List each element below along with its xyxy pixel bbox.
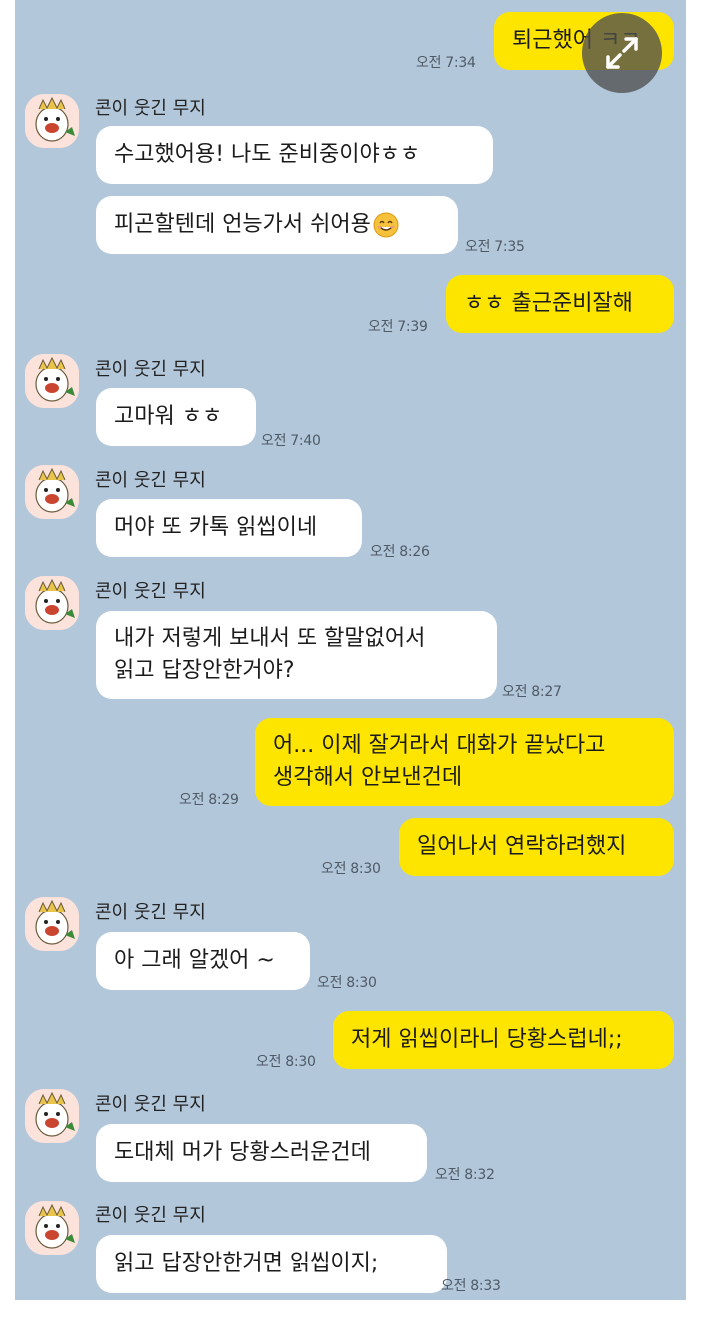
message-bubble-outgoing[interactable]: ㅎㅎ 출근준비잘해 — [446, 275, 674, 333]
message-bubble-incoming[interactable]: 머야 또 카톡 읽씹이네 — [96, 499, 362, 557]
message-text: 저게 읽씹이라니 당황스럽네;; — [351, 1027, 623, 1052]
muzi-avatar-icon — [25, 897, 79, 951]
avatar[interactable] — [25, 1089, 79, 1143]
muzi-avatar-icon — [25, 94, 79, 148]
message-bubble-incoming[interactable]: 읽고 답장안한거면 읽씹이지; — [96, 1235, 447, 1293]
message-time: 오전 8:30 — [256, 1054, 316, 1070]
message-time: 오전 8:27 — [502, 684, 562, 700]
message-text: 피곤할텐데 언능가서 쉬어용 — [114, 212, 371, 237]
avatar[interactable] — [25, 576, 79, 630]
sender-name: 콘이 웃긴 무지 — [95, 581, 206, 602]
message-text: ㅎㅎ 출근준비잘해 — [464, 291, 633, 316]
message-text: 읽고 답장안한거면 읽씹이지; — [114, 1251, 379, 1276]
message-time: 오전 8:30 — [321, 861, 381, 877]
smiling-face-emoji-icon — [373, 212, 399, 238]
message-time: 오전 8:33 — [441, 1278, 501, 1294]
sender-name: 콘이 웃긴 무지 — [95, 359, 206, 380]
chat-room[interactable]: 퇴근했어 ㅋㅋ 오전 7:34 콘이 웃긴 무지 수고했어용! 나도 준비중이야… — [15, 0, 686, 1300]
message-text: 일어나서 연락하려했지 — [417, 834, 627, 859]
sender-name: 콘이 웃긴 무지 — [95, 98, 206, 119]
message-time: 오전 7:35 — [465, 239, 525, 255]
muzi-avatar-icon — [25, 1089, 79, 1143]
message-bubble-incoming[interactable]: 도대체 머가 당황스러운건데 — [96, 1124, 427, 1182]
message-bubble-incoming[interactable]: 피곤할텐데 언능가서 쉬어용 — [96, 196, 458, 254]
message-time: 오전 8:29 — [179, 792, 239, 808]
message-time: 오전 8:26 — [370, 544, 430, 560]
message-text-line: 내가 저렇게 보내서 또 할말없어서 — [114, 626, 426, 651]
sender-name: 콘이 웃긴 무지 — [95, 902, 206, 923]
message-time: 오전 7:39 — [368, 319, 428, 335]
message-text: 아 그래 알겠어 ~ — [114, 948, 275, 973]
muzi-avatar-icon — [25, 576, 79, 630]
message-bubble-outgoing[interactable]: 저게 읽씹이라니 당황스럽네;; — [333, 1011, 674, 1069]
avatar[interactable] — [25, 354, 79, 408]
avatar[interactable] — [25, 897, 79, 951]
expand-arrows-icon — [606, 37, 638, 69]
message-text-line: 생각해서 안보낸건데 — [273, 765, 463, 790]
message-bubble-outgoing[interactable]: 어... 이제 잘거라서 대화가 끝났다고 생각해서 안보낸건데 — [255, 718, 674, 806]
message-bubble-outgoing[interactable]: 일어나서 연락하려했지 — [399, 818, 674, 876]
message-time: 오전 7:34 — [416, 55, 476, 71]
sender-name: 콘이 웃긴 무지 — [95, 1205, 206, 1226]
expand-button[interactable] — [582, 13, 662, 93]
message-text: 고마워 ㅎㅎ — [114, 404, 223, 429]
message-time: 오전 8:30 — [317, 975, 377, 991]
message-text-line: 읽고 답장안한거야? — [114, 658, 295, 683]
message-text: 수고했어용! 나도 준비중이야ㅎㅎ — [114, 142, 421, 167]
message-text: 머야 또 카톡 읽씹이네 — [114, 515, 318, 540]
sender-name: 콘이 웃긴 무지 — [95, 470, 206, 491]
sender-name: 콘이 웃긴 무지 — [95, 1094, 206, 1115]
message-time: 오전 7:40 — [261, 433, 321, 449]
message-bubble-incoming[interactable]: 수고했어용! 나도 준비중이야ㅎㅎ — [96, 126, 493, 184]
message-bubble-incoming[interactable]: 아 그래 알겠어 ~ — [96, 932, 310, 990]
muzi-avatar-icon — [25, 354, 79, 408]
message-time: 오전 8:32 — [435, 1167, 495, 1183]
message-bubble-incoming[interactable]: 내가 저렇게 보내서 또 할말없어서 읽고 답장안한거야? — [96, 611, 497, 699]
muzi-avatar-icon — [25, 1201, 79, 1255]
avatar[interactable] — [25, 94, 79, 148]
message-text-line: 어... 이제 잘거라서 대화가 끝났다고 — [273, 733, 606, 758]
message-bubble-incoming[interactable]: 고마워 ㅎㅎ — [96, 388, 256, 446]
muzi-avatar-icon — [25, 465, 79, 519]
avatar[interactable] — [25, 1201, 79, 1255]
avatar[interactable] — [25, 465, 79, 519]
message-text: 도대체 머가 당황스러운건데 — [114, 1140, 371, 1165]
